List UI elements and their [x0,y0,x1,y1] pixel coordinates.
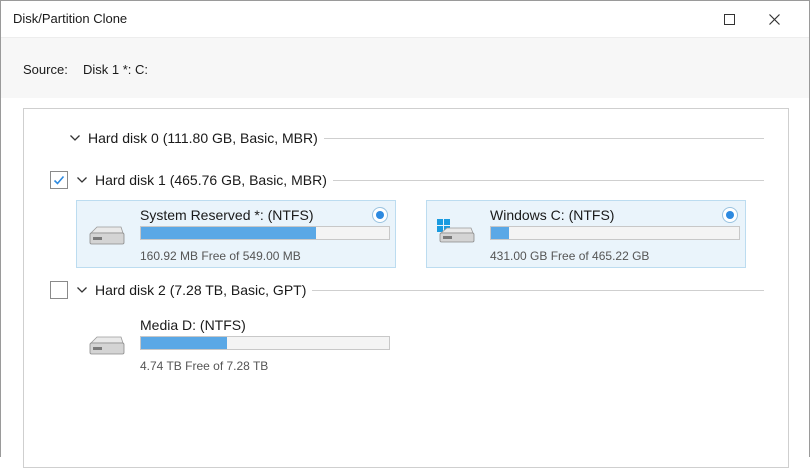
disk-row-1: Hard disk 1 (465.76 GB, Basic, MBR) [24,170,788,190]
chevron-down-icon[interactable] [76,284,88,296]
disk-row-0: Hard disk 0 (111.80 GB, Basic, MBR) [24,128,788,148]
hard-drive-icon [89,336,125,355]
disk-divider [329,180,764,181]
partition-usage-bar [140,226,390,240]
disk-label: Hard disk 1 (465.76 GB, Basic, MBR) [95,172,333,188]
partition-usage-bar [140,336,390,350]
close-button[interactable] [752,1,796,37]
clone-dialog-window: Disk/Partition Clone Source: Disk 1 *: C… [0,0,810,468]
disk-label: Hard disk 0 (111.80 GB, Basic, MBR) [88,130,324,146]
partition-card-media-d[interactable]: Media D: (NTFS) 4.74 TB Free of 7.28 TB [76,310,396,378]
close-icon [768,13,780,25]
partition-name: Windows C: (NTFS) [490,207,615,223]
partition-name: Media D: (NTFS) [140,317,246,333]
disk-divider [324,138,764,139]
window-title: Disk/Partition Clone [13,11,128,26]
disk-row-2: Hard disk 2 (7.28 TB, Basic, GPT) [24,280,788,300]
title-bar: Disk/Partition Clone [1,1,809,37]
usage-fill [491,227,509,239]
radio-dot [726,211,734,219]
chevron-down-icon[interactable] [76,174,88,186]
maximize-icon [723,13,735,25]
partition-card-system-reserved[interactable]: System Reserved *: (NTFS) 160.92 MB Free… [76,200,396,268]
partition-free-text: 160.92 MB Free of 549.00 MB [140,249,301,263]
partition-free-text: 431.00 GB Free of 465.22 GB [490,249,650,263]
disk-checkbox[interactable] [50,281,68,299]
disk-label: Hard disk 2 (7.28 TB, Basic, GPT) [95,282,313,298]
partition-free-text: 4.74 TB Free of 7.28 TB [140,359,269,373]
disk-list-panel: Hard disk 0 (111.80 GB, Basic, MBR) Hard… [23,108,789,468]
source-value: Disk 1 *: C: [83,62,149,77]
partition-name: System Reserved *: (NTFS) [140,207,314,223]
maximize-button[interactable] [707,1,751,37]
windows-drive-icon [437,219,475,243]
hard-drive-icon [89,226,125,245]
usage-fill [141,337,227,349]
partition-usage-bar [490,226,740,240]
disk-divider [307,290,764,291]
partition-radio[interactable] [722,207,738,223]
checkmark-icon [53,175,65,185]
source-bar: Source: Disk 1 *: C: [1,37,809,98]
disk-checkbox[interactable] [50,171,68,189]
chevron-down-icon[interactable] [69,132,81,144]
source-label: Source: [23,62,68,77]
partition-radio[interactable] [372,207,388,223]
partition-card-windows-c[interactable]: Windows C: (NTFS) 431.00 GB Free of 465.… [426,200,746,268]
radio-dot [376,211,384,219]
usage-fill [141,227,316,239]
